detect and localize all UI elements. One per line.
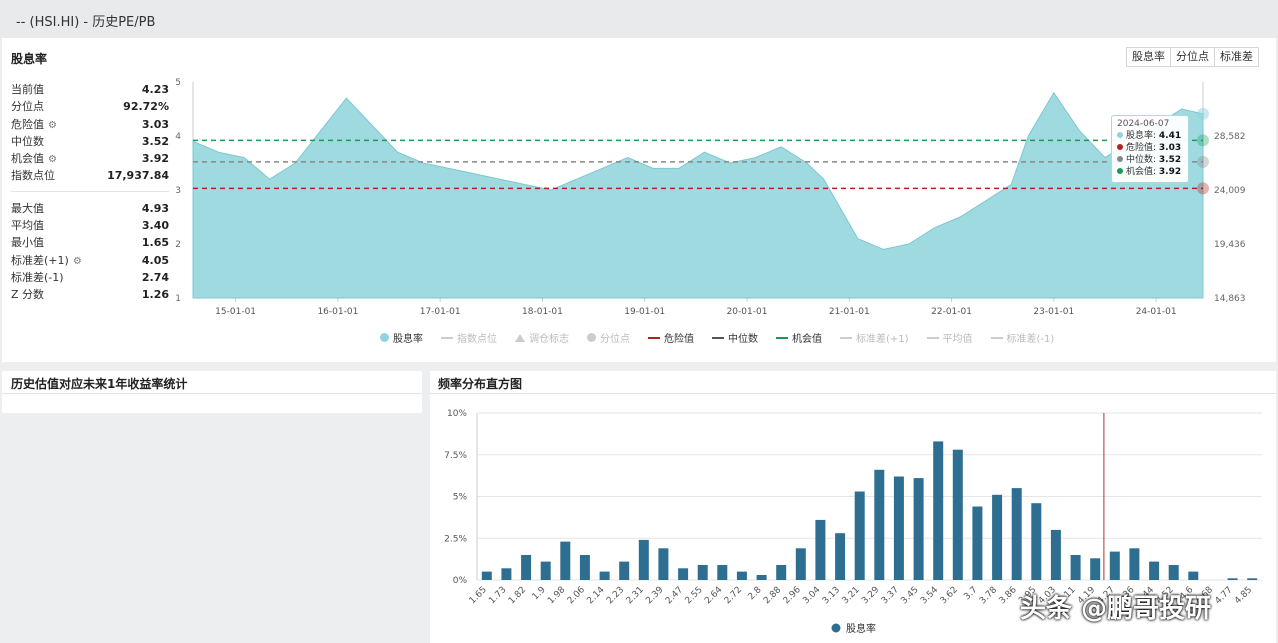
hist-bar[interactable]: [521, 555, 532, 580]
hist-x-tick-label: 2.55: [684, 585, 705, 606]
hist-bar[interactable]: [815, 519, 826, 580]
hist-x-tick-label: 3.62: [939, 585, 960, 606]
hist-x-tick-label: 2.96: [782, 585, 803, 606]
hist-bar[interactable]: [1011, 488, 1022, 580]
hist-bar[interactable]: [854, 491, 865, 581]
hist-bar[interactable]: [481, 571, 492, 580]
hist-bar[interactable]: [1129, 548, 1140, 580]
hist-bar[interactable]: [1168, 565, 1179, 580]
hist-bar[interactable]: [1031, 503, 1042, 580]
hist-x-tick-label: 3.13: [821, 585, 842, 606]
hist-x-tick-label: 2.72: [723, 585, 744, 606]
hist-y-tick-label: 2.5%: [444, 534, 467, 544]
hist-x-tick-label: 3.54: [919, 585, 940, 606]
hist-bar[interactable]: [776, 565, 787, 580]
hist-x-tick-label: 1.65: [468, 585, 489, 606]
hist-bar[interactable]: [1188, 571, 1199, 580]
hist-x-tick-label: 2.47: [664, 585, 685, 606]
hist-bar[interactable]: [599, 571, 610, 580]
hist-x-tick-label: 3.29: [860, 585, 881, 606]
hist-bar[interactable]: [795, 548, 806, 580]
hist-bar[interactable]: [1050, 529, 1061, 580]
hist-bar[interactable]: [1070, 555, 1081, 580]
hist-bar[interactable]: [560, 541, 571, 580]
hist-x-tick-label: 2.88: [762, 585, 783, 606]
hist-bar[interactable]: [540, 561, 551, 580]
hist-bar[interactable]: [913, 478, 924, 580]
hist-x-tick-label: 1.82: [507, 585, 528, 606]
hist-x-tick-label: 4.85: [1233, 585, 1254, 606]
hist-y-tick-label: 7.5%: [444, 451, 467, 461]
hist-x-tick-label: 1.73: [487, 585, 508, 606]
hist-x-tick-label: 2.64: [703, 585, 724, 606]
histogram-chart[interactable]: 0%2.5%5%7.5%10%1.651.731.82 1.91.982.062.…: [0, 0, 1278, 643]
hist-x-tick-label: 3.37: [880, 585, 901, 606]
hist-bar[interactable]: [1090, 558, 1101, 580]
hist-y-tick-label: 5%: [453, 493, 468, 503]
hist-bar[interactable]: [579, 555, 590, 580]
hist-bar[interactable]: [1109, 551, 1120, 580]
hist-bar[interactable]: [893, 476, 904, 581]
hist-bar[interactable]: [874, 469, 885, 580]
hist-bar[interactable]: [992, 494, 1003, 580]
hist-x-tick-label: 3.21: [841, 585, 862, 606]
hist-bar[interactable]: [638, 539, 649, 580]
hist-x-tick-label: 2.23: [605, 585, 626, 606]
hist-bar[interactable]: [697, 565, 708, 580]
hist-bar[interactable]: [678, 568, 689, 580]
hist-bar[interactable]: [717, 565, 728, 580]
hist-bar[interactable]: [736, 571, 747, 580]
hist-y-tick-label: 0%: [453, 576, 468, 586]
hist-x-tick-label: 3.04: [801, 585, 822, 606]
hist-x-tick-label: 3.78: [978, 585, 999, 606]
hist-bar[interactable]: [756, 575, 767, 580]
hist-bar[interactable]: [1247, 578, 1258, 580]
hist-x-tick-label: 3.45: [899, 585, 920, 606]
hist-bar[interactable]: [952, 449, 963, 580]
hist-x-tick-label: 2.39: [644, 585, 665, 606]
hist-x-tick-label: 4.77: [1213, 585, 1234, 606]
hist-x-tick-label: 1.98: [546, 585, 567, 606]
hist-x-tick-label: 2.31: [625, 585, 646, 606]
hist-bar[interactable]: [1227, 578, 1238, 580]
hist-bar[interactable]: [658, 548, 669, 580]
hist-bar[interactable]: [972, 506, 983, 581]
hist-x-tick-label: 3.86: [998, 585, 1019, 606]
hist-legend-dot-icon: [831, 623, 841, 633]
hist-x-tick-label: 2.14: [585, 585, 606, 606]
hist-bar[interactable]: [933, 441, 944, 580]
watermark: 头条 @鹏哥投研: [1020, 594, 1212, 624]
hist-legend-label[interactable]: 股息率: [846, 622, 876, 635]
hist-bar[interactable]: [835, 533, 846, 580]
hist-bar[interactable]: [501, 568, 512, 580]
hist-bar[interactable]: [1149, 561, 1160, 580]
hist-y-tick-label: 10%: [447, 409, 467, 419]
hist-x-tick-label: 2.06: [566, 585, 587, 606]
hist-bar[interactable]: [619, 561, 630, 580]
